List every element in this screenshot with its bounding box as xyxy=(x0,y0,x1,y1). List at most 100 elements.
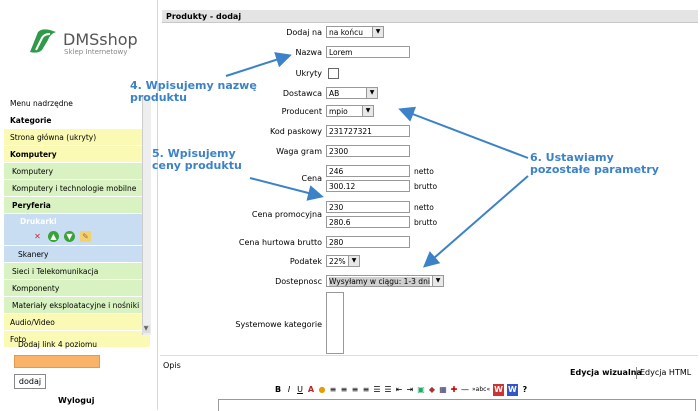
producent-select[interactable]: mpio ▼ xyxy=(326,105,374,117)
menu-item-label: Kategorie xyxy=(10,116,52,125)
cena-brutto-input[interactable]: 300.12 xyxy=(326,180,410,192)
menu-item-label: Peryferia xyxy=(12,201,51,210)
menu-item-label: Komponenty xyxy=(12,284,60,293)
dostawca-select[interactable]: AB ▼ xyxy=(326,87,378,99)
edit-icon[interactable]: ✎ xyxy=(80,231,91,242)
menu-item-label: Sieci i Telekomunikacja xyxy=(12,267,99,276)
numbered-list-icon[interactable]: ☰ xyxy=(384,384,392,396)
italic-icon[interactable]: I xyxy=(285,384,293,396)
nazwa-input[interactable]: Lorem xyxy=(326,46,410,58)
help-icon[interactable]: ? xyxy=(521,384,529,396)
paste-word-icon[interactable]: W xyxy=(493,384,504,396)
annotation-line: ceny produktu xyxy=(152,159,242,172)
delete-icon[interactable]: ✕ xyxy=(32,231,43,242)
align-right-icon[interactable]: ≡ xyxy=(351,384,359,396)
select-value: 22% xyxy=(329,257,346,266)
netto-unit: netto xyxy=(414,167,434,176)
dostepnosc-label: Dostepnosc xyxy=(275,277,322,286)
page-title: Produkty - dodaj xyxy=(162,10,698,23)
cena-promo-brutto-input[interactable]: 280.6 xyxy=(326,216,410,228)
insert-icon[interactable]: ✚ xyxy=(450,384,458,396)
menu-item-label: Audio/Video xyxy=(10,318,55,327)
ukryty-checkbox[interactable] xyxy=(328,68,339,79)
opis-label: Opis xyxy=(163,361,181,370)
kod-label: Kod paskowy xyxy=(269,127,322,136)
menu-item-materialy[interactable]: Materiały eksploatacyjne i nośniki xyxy=(4,297,150,314)
highlight-icon[interactable]: ● xyxy=(318,384,326,396)
waga-input[interactable]: 2300 xyxy=(326,145,410,157)
ukryty-label: Ukryty xyxy=(295,69,322,78)
systemowe-kategorie-listbox[interactable] xyxy=(326,292,344,354)
brutto-unit: brutto xyxy=(414,182,438,191)
link-icon[interactable]: ◆ xyxy=(428,384,436,396)
text-color-icon[interactable]: A xyxy=(307,384,315,396)
chevron-down-icon: ▼ xyxy=(372,27,383,37)
annotation-6: 6. Ustawiamy pozostałe parametry xyxy=(530,152,659,176)
brand-tagline: Sklep Internetowy xyxy=(64,48,128,56)
arrow-to-podatek xyxy=(422,175,529,268)
chevron-down-icon: ▼ xyxy=(348,256,359,266)
nazwa-label: Nazwa xyxy=(295,48,322,57)
netto-unit: netto xyxy=(414,203,434,212)
cena-hurtowa-label: Cena hurtowa brutto xyxy=(238,238,322,247)
menu-item-label: Menu nadrzędne xyxy=(10,99,73,108)
menu-item-label: Drukarki xyxy=(20,217,57,226)
chevron-down-icon: ▼ xyxy=(366,88,377,98)
dostepnosc-select[interactable]: Wysyłamy w ciągu: 1-3 dni ▼ xyxy=(326,275,444,287)
align-center-icon[interactable]: ≡ xyxy=(340,384,348,396)
select-value: Wysyłamy w ciągu: 1-3 dni xyxy=(329,277,430,286)
word-clean-icon[interactable]: W xyxy=(506,384,518,396)
annotation-line: pozostałe parametry xyxy=(530,163,659,176)
indent-icon[interactable]: ⇥ xyxy=(406,384,414,396)
bold-icon[interactable]: B xyxy=(274,384,282,396)
cena-promocyjna-label: Cena promocyjna xyxy=(251,210,322,219)
description-editor[interactable] xyxy=(218,399,696,411)
annotation-4: 4. Wpisujemy nazwę produktu xyxy=(130,80,257,104)
align-left-icon[interactable]: ≡ xyxy=(329,384,337,396)
move-down-icon[interactable]: ▼ xyxy=(64,231,75,242)
tab-separator xyxy=(636,367,637,379)
table-icon[interactable]: ▦ xyxy=(439,384,447,396)
podatek-select[interactable]: 22% ▼ xyxy=(326,255,360,267)
underline-icon[interactable]: U xyxy=(296,384,304,396)
logout-link[interactable]: Wyloguj xyxy=(58,396,94,405)
chevron-down-icon: ▼ xyxy=(432,276,443,286)
menu-item-label: Komputery xyxy=(12,167,54,176)
menu-item-label: Komputery i technologie mobilne xyxy=(12,184,137,193)
podatek-label: Podatek xyxy=(289,257,322,266)
tab-html-edit[interactable]: Edycja HTML xyxy=(640,368,691,377)
move-up-icon[interactable]: ▲ xyxy=(48,231,59,242)
arrow-to-producent xyxy=(398,106,529,159)
justify-icon[interactable]: ≡ xyxy=(362,384,370,396)
add-link-input[interactable] xyxy=(14,355,100,368)
add-button[interactable]: dodaj xyxy=(14,374,46,389)
brutto-unit: brutto xyxy=(414,218,438,227)
cena-label: Cena xyxy=(301,174,322,183)
annotation-5: 5. Wpisujemy ceny produktu xyxy=(152,148,242,172)
bullet-list-icon[interactable]: ☰ xyxy=(373,384,381,396)
systemowe-kategorie-label: Systemowe kategorie xyxy=(235,320,322,329)
add-link-label: Dodaj link 4 poziomu xyxy=(18,340,98,349)
chevron-down-icon: ▼ xyxy=(362,106,373,116)
cena-netto-input[interactable]: 246 xyxy=(326,165,410,177)
image-icon[interactable]: ▣ xyxy=(417,384,425,396)
superscript-icon[interactable]: »abc« xyxy=(472,384,490,396)
outdent-icon[interactable]: ⇤ xyxy=(395,384,403,396)
editor-toolbar: B I U A ● ≡ ≡ ≡ ≡ ☰ ☰ ⇤ ⇥ ▣ ◆ ▦ ✚ — »abc… xyxy=(274,384,529,396)
select-value: AB xyxy=(329,89,340,98)
cena-promo-netto-input[interactable]: 230 xyxy=(326,201,410,213)
producent-label: Producent xyxy=(281,107,322,116)
annotation-line: produktu xyxy=(130,91,187,104)
dodaj-na-label: Dodaj na xyxy=(286,28,322,37)
horizontal-rule-icon[interactable]: — xyxy=(461,384,469,396)
logo-icon xyxy=(30,29,56,53)
cena-hurtowa-input[interactable]: 280 xyxy=(326,236,410,248)
dodaj-na-select[interactable]: na końcu ▼ xyxy=(326,26,384,38)
select-value: na końcu xyxy=(329,28,364,37)
menu-item-label: Komputery xyxy=(10,150,57,159)
tab-visual-edit[interactable]: Edycja wizualna xyxy=(570,368,642,377)
kod-input[interactable]: 231727321 xyxy=(326,125,410,137)
menu-item-label: Skanery xyxy=(18,250,49,259)
sidebar: DMSshop Sklep Internetowy Menu nadrzędne… xyxy=(0,0,158,410)
select-value: mpio xyxy=(329,107,348,116)
